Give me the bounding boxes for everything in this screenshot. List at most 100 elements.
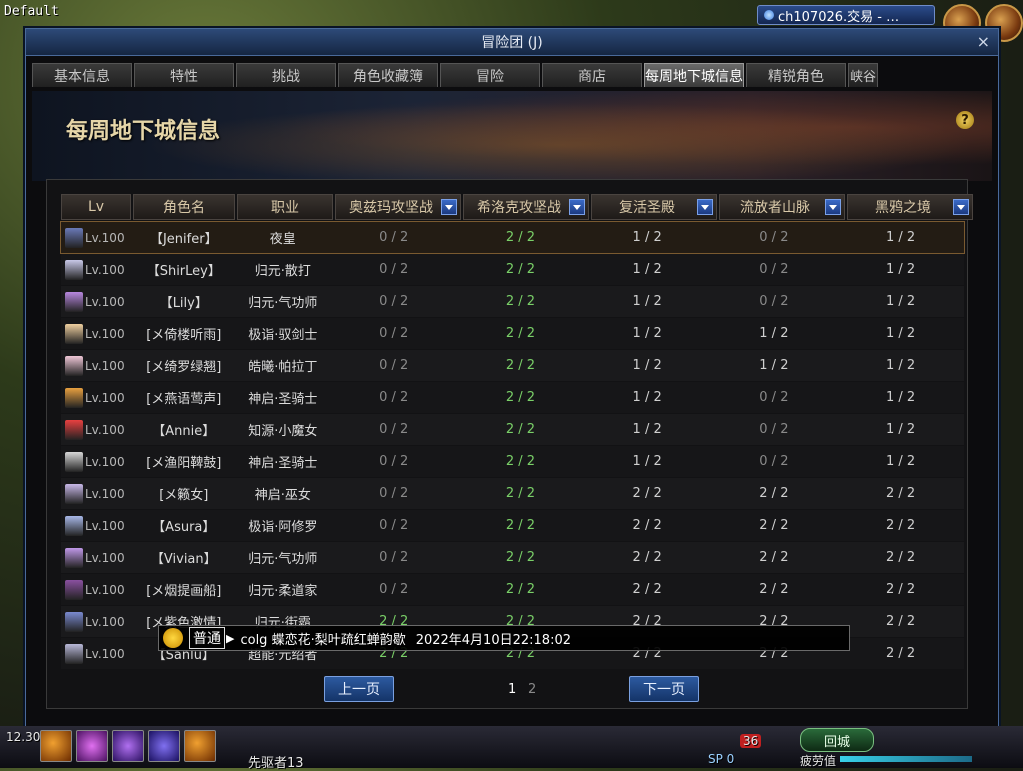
column-header-0: Lv (61, 194, 131, 220)
table-row[interactable]: Lv.100 【ShirLey】 归元·散打 0 / 2 2 / 2 1 / 2 0 / 2… (61, 254, 964, 285)
dungeon-count: 2 / 2 (632, 550, 662, 565)
dungeon-count: 0 / 2 (379, 326, 409, 341)
dungeon-count: 1 / 2 (632, 358, 662, 373)
page-1[interactable]: 1 (508, 682, 516, 697)
level-text: Lv.100 (85, 390, 125, 405)
corner-title: Default (4, 4, 59, 19)
skill-slot-5[interactable] (184, 730, 216, 762)
table-row[interactable]: Lv.100 [メ烟提画船] 归元·柔道家 0 / 2 2 / 2 2 / 2 2 / 2 2… (61, 574, 964, 605)
avatar-icon (65, 227, 83, 248)
dungeon-count: 0 / 2 (759, 230, 789, 245)
level-text: Lv.100 (85, 294, 125, 309)
level-cell: Lv.100 (61, 382, 132, 413)
dropdown-arrow-icon[interactable] (441, 199, 457, 215)
tab-8[interactable]: 峡谷 (848, 63, 878, 87)
avatar-icon (65, 483, 83, 504)
skill-slot-4[interactable] (148, 730, 180, 762)
skill-slot-2[interactable] (76, 730, 108, 762)
dungeon-count: 2 / 2 (505, 230, 535, 245)
chat-arrow-icon: ▶ (226, 631, 235, 645)
character-name: 【ShirLey】 (146, 264, 221, 279)
chat-channel[interactable]: 普通 (189, 627, 225, 649)
character-job: 归元·气功师 (248, 552, 318, 567)
close-icon[interactable]: × (977, 32, 990, 51)
page-title: 每周地下城信息 (66, 118, 221, 144)
chat-time: 2022年4月10日22:18:02 (415, 632, 571, 648)
level-text: Lv.100 (85, 614, 125, 629)
dungeon-count: 0 / 2 (759, 422, 789, 437)
channel-indicator[interactable]: ch107026.交易 - … (757, 5, 935, 25)
tab-2[interactable]: 挑战 (236, 63, 336, 87)
table-row[interactable]: Lv.100 【Annie】 知源·小魔女 0 / 2 2 / 2 1 / 2 0 / 2 1… (61, 414, 964, 445)
tab-6[interactable]: 每周地下城信息 (644, 63, 744, 87)
banner: 每周地下城信息 ? (32, 91, 992, 181)
dungeon-count: 0 / 2 (379, 582, 409, 597)
dungeon-count: 2 / 2 (886, 582, 916, 597)
table-row[interactable]: Lv.100 [メ渔阳鞞鼓] 神启·圣骑士 0 / 2 2 / 2 1 / 2 0 / 2 1… (61, 446, 964, 477)
column-header-2: 职业 (237, 194, 333, 220)
dungeon-count: 2 / 2 (886, 614, 916, 629)
character-job: 神启·巫女 (254, 488, 311, 503)
tab-5[interactable]: 商店 (542, 63, 642, 87)
level-cell: Lv.100 (61, 542, 132, 573)
next-page-button[interactable]: 下一页 (629, 676, 699, 702)
table-row[interactable]: Lv.100 【Vivian】 归元·气功师 0 / 2 2 / 2 2 / 2 2 / 2… (61, 542, 964, 573)
channel-text: ch107026.交易 - … (778, 9, 900, 25)
column-header-label: 希洛克攻坚战 (477, 200, 561, 216)
character-name: 【Lily】 (159, 296, 208, 311)
column-header-7[interactable]: 黑鸦之境 (847, 194, 973, 220)
table-row[interactable]: Lv.100 [メ籁女] 神启·巫女 0 / 2 2 / 2 2 / 2 2 / 2 2 / … (61, 478, 964, 509)
character-job: 极诣·阿修罗 (248, 520, 318, 535)
column-header-label: 流放者山脉 (740, 200, 810, 216)
skill-slot-3[interactable] (112, 730, 144, 762)
dropdown-arrow-icon[interactable] (569, 199, 585, 215)
dungeon-count: 0 / 2 (759, 454, 789, 469)
dungeon-count: 2 / 2 (632, 518, 662, 533)
tab-0[interactable]: 基本信息 (32, 63, 132, 87)
return-town-button[interactable]: 回城 (800, 728, 874, 752)
tab-1[interactable]: 特性 (134, 63, 234, 87)
dungeon-count: 1 / 2 (886, 294, 916, 309)
column-header-3[interactable]: 奥兹玛攻坚战 (335, 194, 461, 220)
dungeon-count: 1 / 2 (759, 326, 789, 341)
count-badge: 36 (740, 734, 762, 748)
dropdown-arrow-icon[interactable] (953, 199, 969, 215)
character-job: 皓曦·帕拉丁 (248, 360, 318, 375)
column-header-5[interactable]: 复活圣殿 (591, 194, 717, 220)
character-job: 归元·柔道家 (248, 584, 318, 599)
window-titlebar[interactable]: 冒险团 (J) × (26, 29, 998, 56)
table-row[interactable]: Lv.100 [メ绮罗绿翘] 皓曦·帕拉丁 0 / 2 2 / 2 1 / 2 1 / 2 1… (61, 350, 964, 381)
fatigue-label: 疲劳值 (800, 754, 837, 768)
dungeon-count: 0 / 2 (379, 550, 409, 565)
character-name: 【Jenifer】 (149, 232, 218, 247)
table-row[interactable]: Lv.100 【Jenifer】 夜皇 0 / 2 2 / 2 1 / 2 0 / 2 1 /… (60, 221, 965, 254)
dropdown-arrow-icon[interactable] (697, 199, 713, 215)
level-cell: Lv.100 (61, 286, 132, 317)
column-header-4[interactable]: 希洛克攻坚战 (463, 194, 589, 220)
help-icon[interactable]: ? (956, 111, 974, 129)
prev-page-button[interactable]: 上一页 (324, 676, 394, 702)
sp-readout: SP 0 (708, 752, 735, 766)
tab-3[interactable]: 角色收藏簿 (338, 63, 438, 87)
dungeon-count: 0 / 2 (759, 390, 789, 405)
skill-slot-1[interactable] (40, 730, 72, 762)
dungeon-count: 0 / 2 (759, 294, 789, 309)
table-row[interactable]: Lv.100 [メ燕语莺声] 神启·圣骑士 0 / 2 2 / 2 1 / 2 0 / 2 1… (61, 382, 964, 413)
table-row[interactable]: Lv.100 【Asura】 极诣·阿修罗 0 / 2 2 / 2 2 / 2 2 / 2 2… (61, 510, 964, 541)
dungeon-count: 1 / 2 (759, 358, 789, 373)
dungeon-count: 2 / 2 (886, 518, 916, 533)
page-2[interactable]: 2 (528, 682, 536, 697)
dungeon-count: 1 / 2 (632, 294, 662, 309)
table-row[interactable]: Lv.100 【Lily】 归元·气功师 0 / 2 2 / 2 1 / 2 0 / 2 1 … (61, 286, 964, 317)
dungeon-count: 0 / 2 (379, 262, 409, 277)
level-text: Lv.100 (85, 422, 125, 437)
dungeon-count: 2 / 2 (505, 262, 535, 277)
dropdown-arrow-icon[interactable] (825, 199, 841, 215)
character-job: 夜皇 (269, 232, 296, 247)
column-header-6[interactable]: 流放者山脉 (719, 194, 845, 220)
tab-4[interactable]: 冒险 (440, 63, 540, 87)
table-row[interactable]: Lv.100 [メ倚楼听雨] 极诣·驭剑士 0 / 2 2 / 2 1 / 2 1 / 2 1… (61, 318, 964, 349)
column-header-1: 角色名 (133, 194, 235, 220)
dungeon-count: 2 / 2 (505, 326, 535, 341)
tab-7[interactable]: 精锐角色 (746, 63, 846, 87)
